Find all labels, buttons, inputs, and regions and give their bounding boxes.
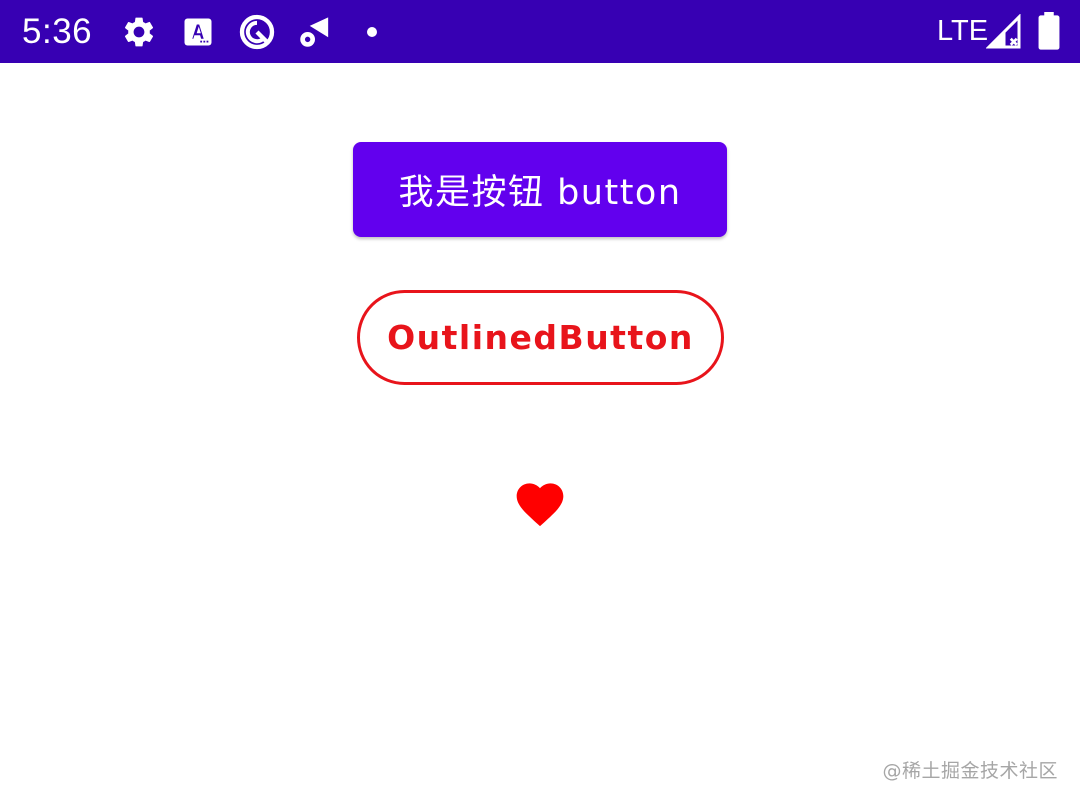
wifi-settings-icon	[296, 16, 332, 50]
watermark: @稀土掘金技术社区	[882, 760, 1058, 782]
notification-dot-icon	[362, 22, 382, 42]
screen: 5:36 LTE 我是按钮 button OutlinedButton @稀土掘…	[0, 0, 1080, 802]
outlined-button-label: OutlinedButton	[387, 318, 694, 357]
favorite-button[interactable]	[507, 470, 573, 534]
network-type: LTE	[937, 15, 989, 47]
primary-button[interactable]: 我是按钮 button	[353, 142, 727, 237]
outlined-button[interactable]: OutlinedButton	[357, 290, 724, 385]
a-notification-icon	[180, 14, 216, 50]
status-bar: 5:36 LTE	[0, 0, 1080, 63]
data-saver-icon	[237, 12, 277, 52]
battery-icon	[1037, 12, 1061, 50]
primary-button-label: 我是按钮 button	[398, 173, 682, 213]
signal-icon	[986, 14, 1022, 50]
settings-icon	[121, 14, 157, 50]
status-time: 5:36	[22, 12, 93, 51]
heart-icon	[516, 483, 564, 527]
